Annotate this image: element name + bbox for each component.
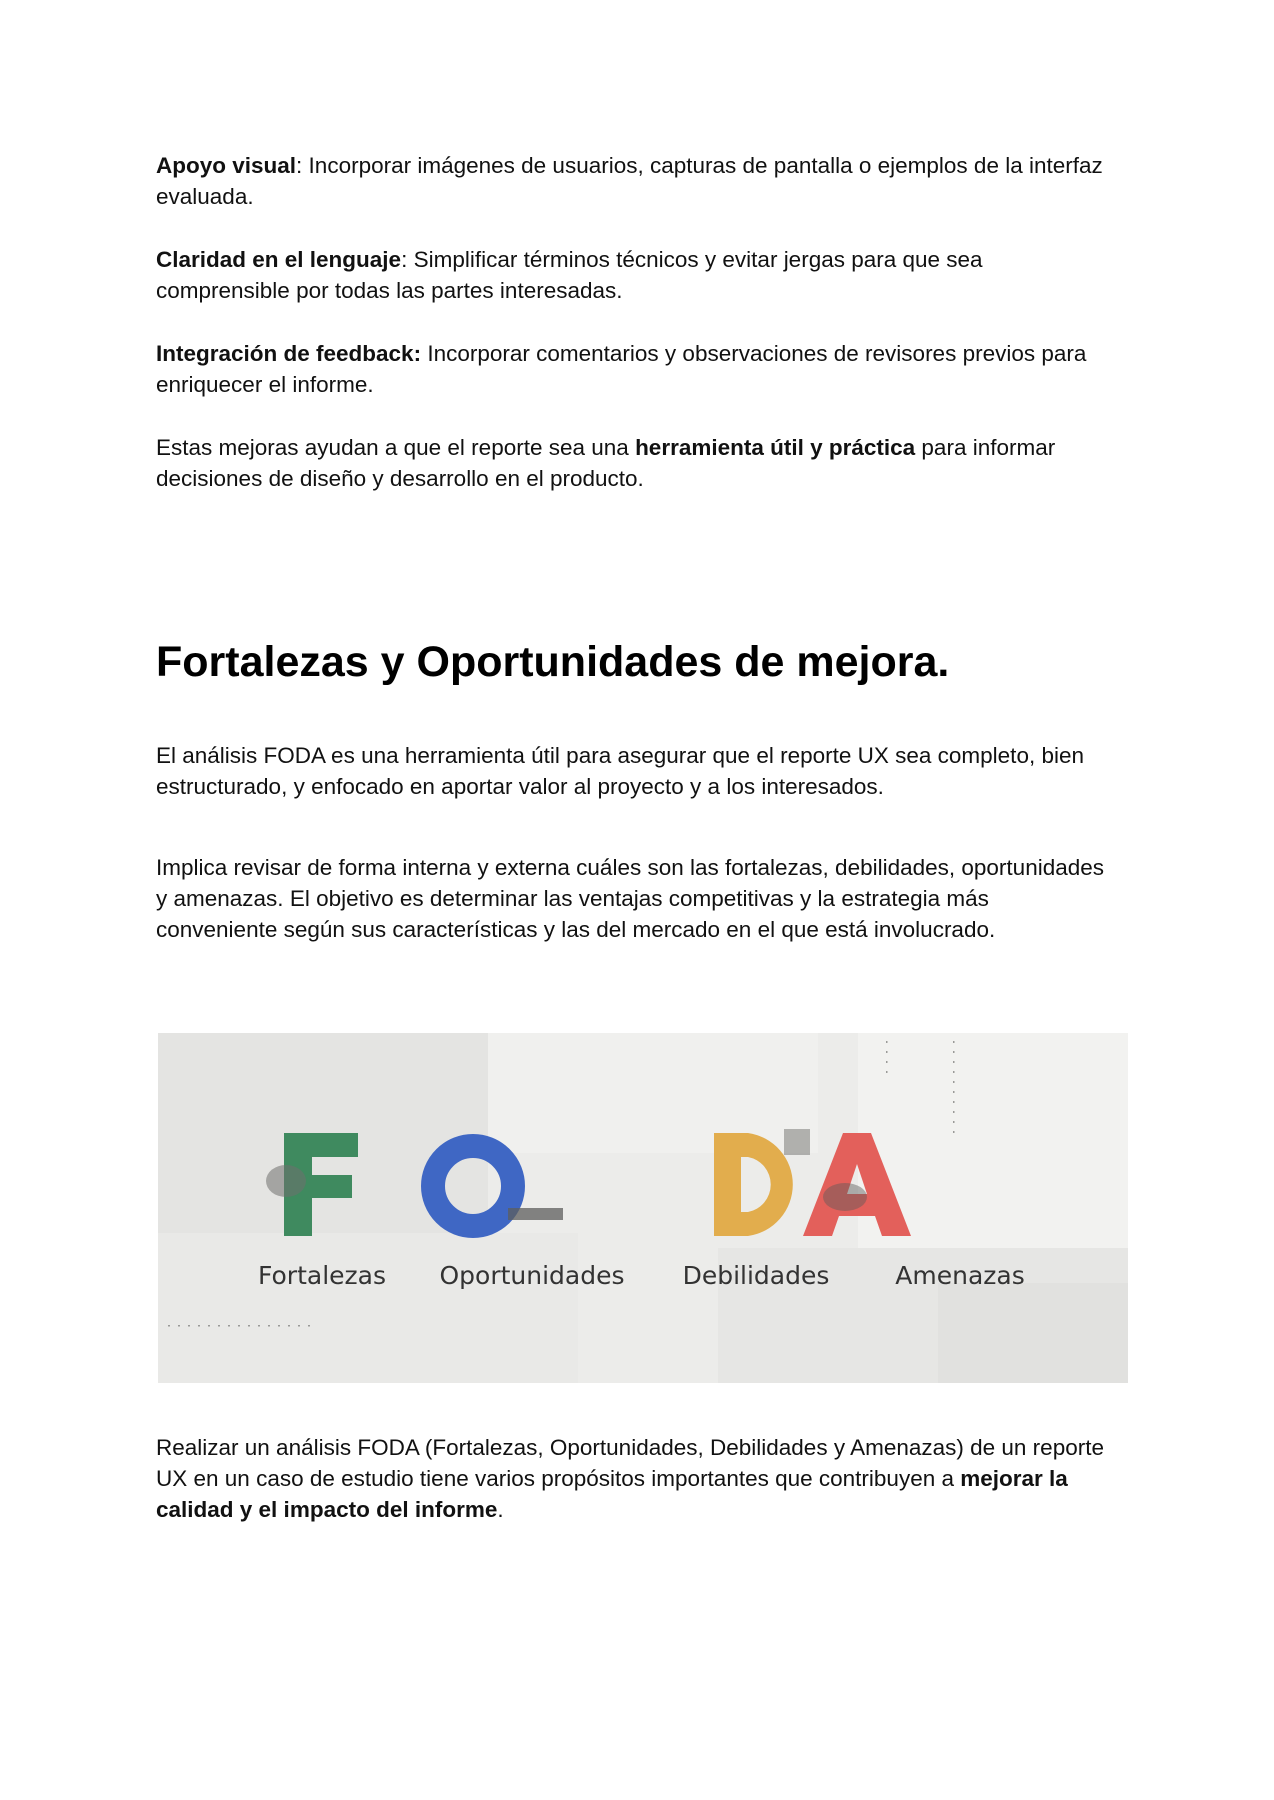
bold-term: Apoyo visual [156, 153, 297, 178]
letter-f-graphic [266, 1133, 358, 1236]
paragraph-closing: Realizar un análisis FODA (Fortalezas, O… [156, 1432, 1116, 1525]
letter-o-graphic [421, 1134, 563, 1238]
paragraph-text: Estas mejoras ayudan a que el reporte se… [156, 435, 636, 460]
foda-word-debilidades: Debilidades [682, 1261, 830, 1290]
bold-term: herramienta útil y práctica [635, 435, 916, 460]
paragraph-foda-intro: El análisis FODA es una herramienta útil… [156, 743, 1084, 799]
bold-term: Integración de feedback: [156, 341, 422, 366]
paragraph-text: . [497, 1497, 504, 1522]
document-page: { "intro_items": [ {"bold": "Apoyo visua… [0, 0, 1274, 1800]
letter-d-graphic [714, 1129, 810, 1236]
foda-word-oportunidades: Oportunidades [439, 1261, 625, 1290]
paragraph-claridad-lenguaje: Claridad en el lenguaje: Simplificar tér… [156, 244, 1116, 306]
letter-a-graphic [803, 1133, 911, 1236]
paragraph-integracion-feedback: Integración de feedback: Incorporar come… [156, 338, 1116, 400]
paragraph-foda-description: Implica revisar de forma interna y exter… [156, 855, 1105, 942]
foda-image: Fortalezas Oportunidades Debilidades Ame… [158, 1033, 1128, 1383]
paragraph-text: : Incorporar imágenes de usuarios, captu… [156, 153, 1103, 209]
foda-word-amenazas: Amenazas [895, 1261, 1025, 1290]
paragraph-summary: Estas mejoras ayudan a que el reporte se… [156, 432, 1116, 494]
foda-word-fortalezas: Fortalezas [258, 1261, 386, 1290]
bold-term: Claridad en el lenguaje [156, 247, 402, 272]
paragraph-apoyo-visual: Apoyo visual: Incorporar imágenes de usu… [156, 150, 1116, 212]
section-heading: Fortalezas y Oportunidades de mejora. [156, 638, 950, 686]
foda-letters-graphic [168, 1041, 955, 1327]
